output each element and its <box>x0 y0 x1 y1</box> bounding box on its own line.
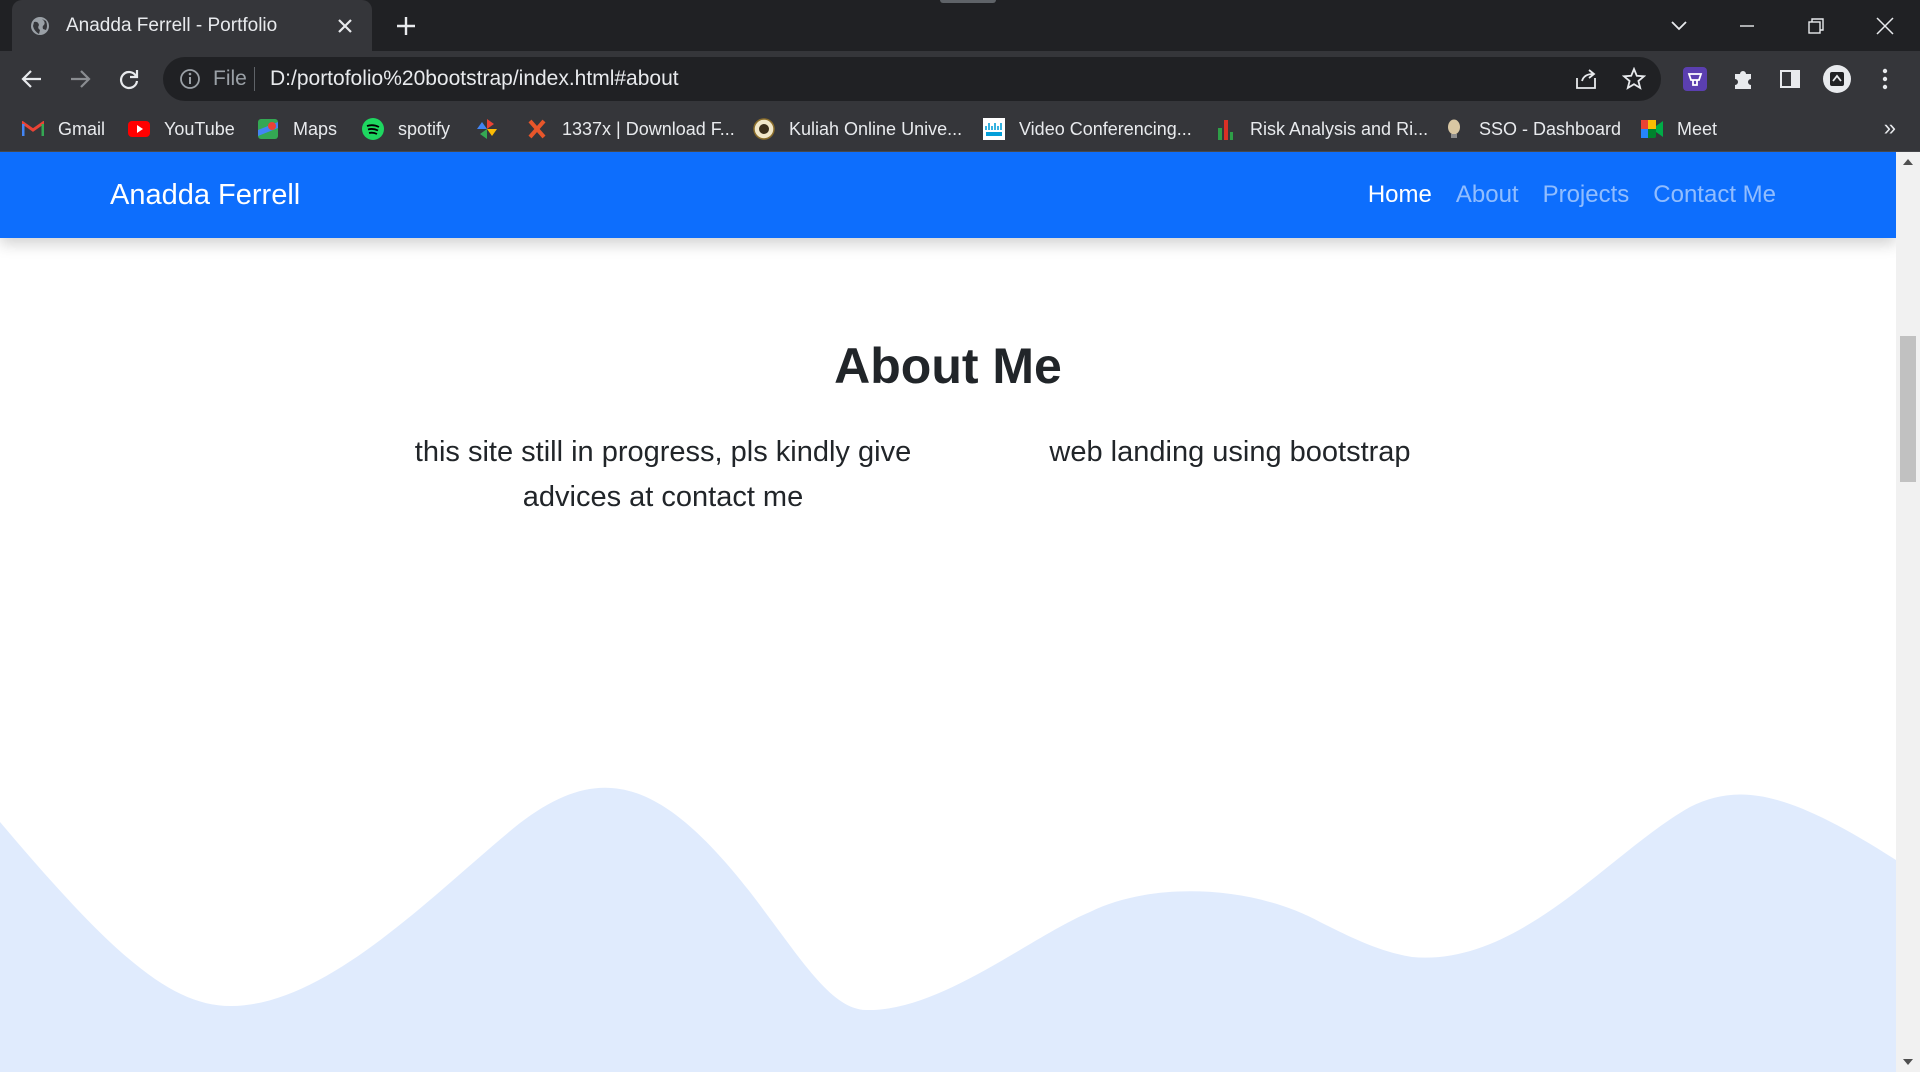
bookmark-pinwheel[interactable] <box>476 107 512 151</box>
bookmark-maps[interactable]: Maps <box>257 107 337 151</box>
plus-icon <box>397 17 415 35</box>
bulb-icon <box>1443 118 1465 140</box>
more-bookmarks-button[interactable]: » <box>1884 115 1896 141</box>
bookmark-label: SSO - Dashboard <box>1479 118 1622 139</box>
triangle-down-icon <box>1903 1059 1913 1065</box>
gmail-icon <box>22 118 44 140</box>
browser-menu-button[interactable] <box>1870 64 1900 94</box>
close-window-button[interactable] <box>1868 9 1902 43</box>
cisco-icon <box>983 118 1005 140</box>
bookmark-sso-dashboard[interactable]: SSO - Dashboard <box>1443 107 1621 151</box>
close-icon <box>1876 17 1894 35</box>
tab-strip-drag-handle[interactable] <box>940 0 996 3</box>
bookmark-label: Video Conferencing... <box>1019 118 1192 139</box>
spotify-icon <box>362 118 384 140</box>
bookmark-gmail[interactable]: Gmail <box>22 107 105 151</box>
share-button[interactable] <box>1572 65 1600 93</box>
nav-link-contact[interactable]: Contact Me <box>1653 181 1776 209</box>
bookmark-label: 1337x | Download F... <box>562 118 735 139</box>
restore-button[interactable] <box>1799 9 1833 43</box>
scroll-up-arrow[interactable] <box>1896 152 1920 172</box>
tab-title: Anadda Ferrell - Portfolio <box>66 14 278 36</box>
arrow-right-icon <box>71 70 91 88</box>
navbar-brand[interactable]: Anadda Ferrell <box>110 179 300 212</box>
purple-extension-icon <box>1683 67 1707 91</box>
bookmark-label: YouTube <box>164 118 235 139</box>
nav-link-home[interactable]: Home <box>1368 181 1432 209</box>
page-scrollbar[interactable] <box>1896 152 1920 1072</box>
puzzle-icon <box>1735 71 1751 89</box>
bookmark-meet[interactable]: Meet <box>1641 107 1717 151</box>
bookmark-star-button[interactable] <box>1620 65 1648 93</box>
bookmark-kuliah-online[interactable]: Kuliah Online Unive... <box>753 107 962 151</box>
nav-link-about[interactable]: About <box>1456 181 1519 209</box>
1337x-icon <box>526 118 548 140</box>
tab-search-button[interactable] <box>1662 9 1696 43</box>
bookmark-risk-analysis[interactable]: Risk Analysis and Ri... <box>1214 107 1428 151</box>
close-tab-icon[interactable] <box>332 13 358 39</box>
forward-button[interactable] <box>63 62 97 96</box>
bookmark-label: Maps <box>293 118 338 139</box>
new-tab-button[interactable] <box>391 11 421 41</box>
bookmarks-bar: Gmail YouTube Maps spotify 1337x | Downl… <box>0 107 1920 152</box>
profile-avatar-icon <box>1823 65 1851 93</box>
scroll-down-arrow[interactable] <box>1896 1052 1920 1072</box>
share-icon <box>1576 69 1596 89</box>
url-separator <box>254 67 255 91</box>
bookmark-youtube[interactable]: YouTube <box>128 107 235 151</box>
extension-button[interactable] <box>1680 64 1710 94</box>
about-text-left: this site still in progress, pls kindly … <box>414 436 912 513</box>
bookmark-spotify[interactable]: spotify <box>362 107 450 151</box>
side-panel-button[interactable] <box>1775 64 1805 94</box>
meet-icon <box>1641 118 1663 140</box>
scrollbar-thumb[interactable] <box>1900 336 1916 482</box>
decorative-wave <box>0 787 1896 1072</box>
site-navbar: Anadda Ferrell Home About Projects Conta… <box>0 152 1896 238</box>
university-seal-icon <box>753 118 775 140</box>
info-icon[interactable] <box>179 68 201 90</box>
url-scheme: File <box>213 67 247 90</box>
arrow-left-icon <box>21 70 41 88</box>
bookmark-label: Kuliah Online Unive... <box>789 118 963 139</box>
browser-tab-strip: Anadda Ferrell - Portfolio <box>0 0 1920 51</box>
bookmark-label: Meet <box>1677 118 1718 139</box>
back-button[interactable] <box>15 62 49 96</box>
reload-button[interactable] <box>112 62 146 96</box>
reload-icon <box>119 70 139 90</box>
address-bar[interactable]: File D:/portofolio%20bootstrap/index.htm… <box>163 57 1661 101</box>
minimize-icon <box>1740 25 1754 27</box>
bookmark-video-conferencing[interactable]: Video Conferencing... <box>983 107 1192 151</box>
globe-icon <box>31 16 49 35</box>
maps-icon <box>257 118 279 140</box>
browser-tab[interactable]: Anadda Ferrell - Portfolio <box>12 0 372 51</box>
bookmark-label: Risk Analysis and Ri... <box>1250 118 1429 139</box>
side-panel-icon <box>1780 70 1800 88</box>
bookmark-label: Gmail <box>58 118 106 139</box>
about-text-right: web landing using bootstrap <box>1049 436 1411 468</box>
bookmark-1337x[interactable]: 1337x | Download F... <box>526 107 735 151</box>
chevron-down-icon <box>1671 21 1687 31</box>
star-icon <box>1622 67 1646 90</box>
restore-icon <box>1808 18 1824 34</box>
url-text[interactable]: D:/portofolio%20bootstrap/index.html#abo… <box>270 67 679 91</box>
chart-bars-icon <box>1214 118 1236 140</box>
triangle-up-icon <box>1903 159 1913 165</box>
kebab-menu-icon <box>1882 68 1888 90</box>
nav-link-projects[interactable]: Projects <box>1543 181 1630 209</box>
about-title: About Me <box>834 338 1062 394</box>
minimize-button[interactable] <box>1730 9 1764 43</box>
browser-toolbar: File D:/portofolio%20bootstrap/index.htm… <box>0 51 1920 107</box>
bookmark-label: spotify <box>398 118 451 139</box>
page-viewport: Anadda Ferrell Home About Projects Conta… <box>0 152 1896 1072</box>
navbar-links: Home About Projects Contact Me <box>1368 181 1776 209</box>
extensions-menu-button[interactable] <box>1728 64 1758 94</box>
youtube-icon <box>128 118 150 140</box>
profile-button[interactable] <box>1822 64 1852 94</box>
pinwheel-icon <box>476 118 498 140</box>
